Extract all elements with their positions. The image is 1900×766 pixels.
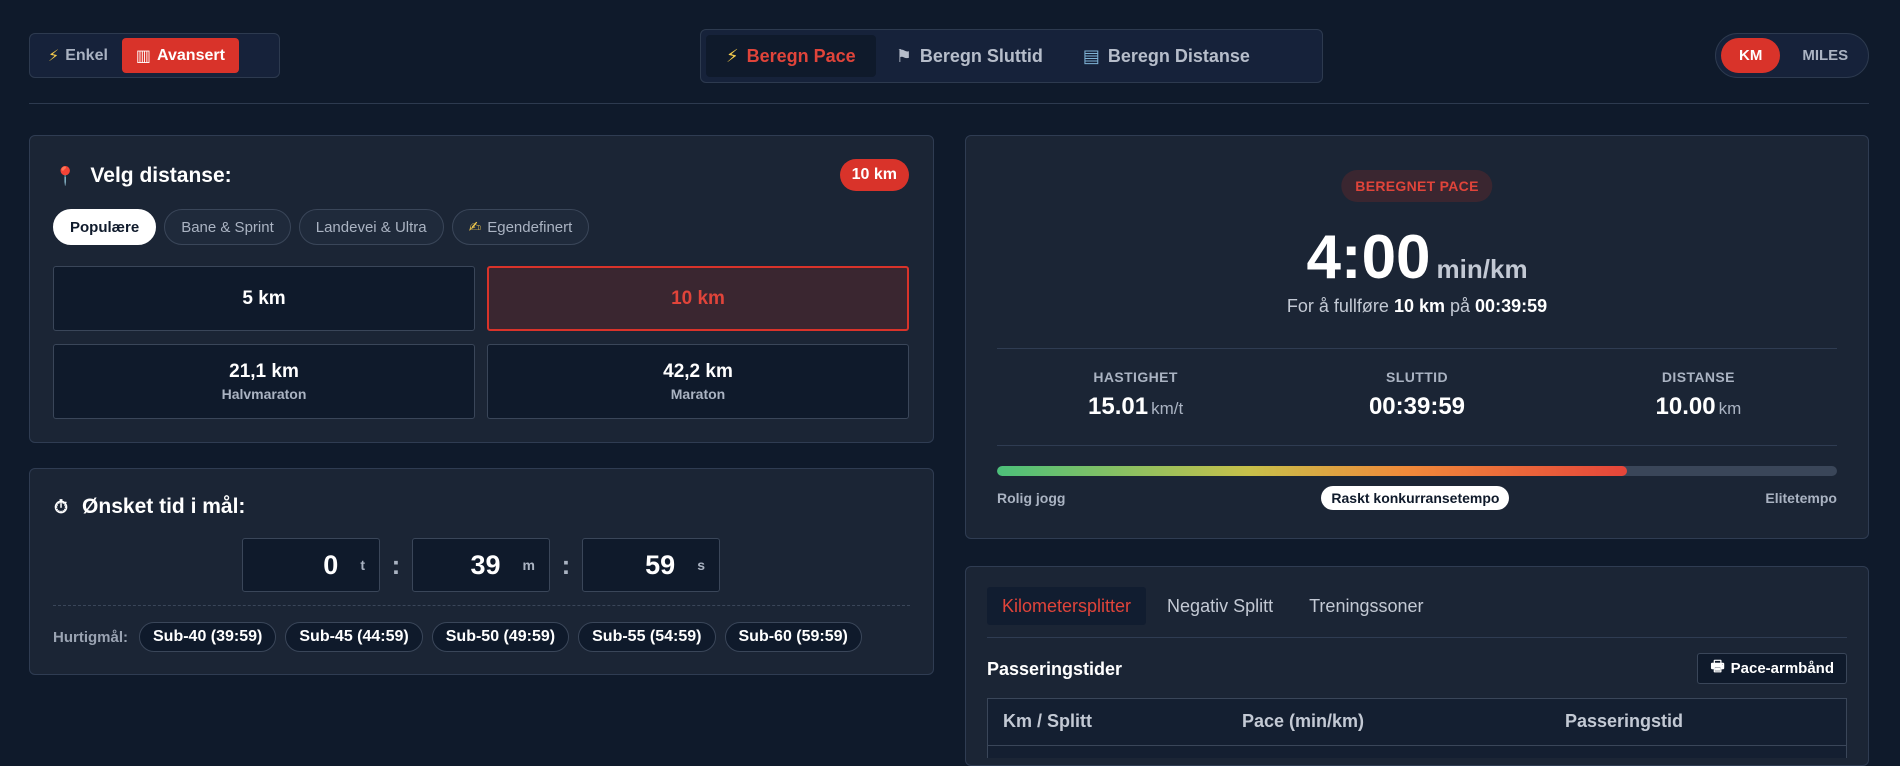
tab-beregn-distanse[interactable]: ▤ Beregn Distanse [1063, 35, 1270, 77]
intensity-label-current: Raskt konkurransetempo [1321, 486, 1510, 510]
distance-option-5km[interactable]: 5 km [53, 266, 475, 331]
pace-value: 4:00 [1306, 223, 1431, 292]
unit-km-button[interactable]: KM [1721, 38, 1781, 73]
unit-miles-button[interactable]: MILES [1784, 38, 1866, 73]
tab-treningssoner[interactable]: Treningssoner [1294, 587, 1438, 625]
tab-beregn-sluttid[interactable]: ⚑ Beregn Sluttid [876, 35, 1063, 77]
chip-populaere[interactable]: Populære [53, 209, 157, 245]
tab-negativ-splitt[interactable]: Negativ Splitt [1152, 587, 1288, 625]
time-separator: : [561, 549, 571, 580]
chip-landevei-ultra[interactable]: Landevei & Ultra [298, 209, 444, 245]
chart-icon: ▥ [135, 47, 152, 65]
mode-toggle: ⚡ Enkel ▥ Avansert [29, 33, 280, 78]
quick-goal-sub50[interactable]: Sub-50 (49:59) [431, 622, 570, 652]
minutes-input[interactable]: 39 m [412, 538, 550, 592]
seconds-input[interactable]: 59 s [582, 538, 720, 592]
goal-time-card: ⏱ Ønsket tid i mål: 0 t : 39 m : 59 s Hu… [29, 468, 934, 675]
column-header-pace: Pace (min/km) [1242, 711, 1365, 731]
pace-armband-button[interactable]: 🖶 Pace-armbånd [1697, 653, 1847, 684]
distance-title: 📍 Velg distanse: [54, 164, 232, 187]
splits-tabs: Kilometersplitter Negativ Splitt Trening… [987, 587, 1439, 625]
column-header-km: Km / Splitt [1003, 711, 1092, 731]
stat-distance: DISTANSE 10.00 km [1655, 369, 1742, 420]
quick-goal-sub55[interactable]: Sub-55 (54:59) [578, 622, 716, 652]
distance-category-chips: Populære Bane & Sprint Landevei & Ultra … [53, 209, 590, 245]
mode-advanced-button[interactable]: ▥ Avansert [121, 38, 239, 73]
intensity-bar [997, 466, 1837, 476]
divider [987, 637, 1847, 638]
lightning-icon: ⚡ [48, 47, 60, 65]
dashed-divider [53, 605, 910, 606]
time-inputs: 0 t : 39 m : 59 s [242, 538, 720, 592]
result-card: BEREGNET PACE 4:00 min/km For å fullføre … [965, 135, 1869, 539]
intensity-label-low: Rolig jogg [997, 490, 1066, 506]
printer-icon: 🖶 [1710, 658, 1725, 675]
chip-egendefinert[interactable]: ✍ Egendefinert [451, 209, 590, 245]
divider [997, 348, 1837, 349]
divider [997, 445, 1837, 446]
distance-card: 📍 Velg distanse: 10 km Populære Bane & S… [29, 135, 934, 443]
chip-bane-sprint[interactable]: Bane & Sprint [164, 209, 291, 245]
top-bar: ⚡ Enkel ▥ Avansert ⚡ Beregn Pace ⚑ Bereg… [29, 29, 1869, 83]
quick-goal-sub60[interactable]: Sub-60 (59:59) [724, 622, 862, 652]
mode-simple-button[interactable]: ⚡ Enkel [34, 38, 122, 73]
quick-goals: Hurtigmål: Sub-40 (39:59) Sub-45 (44:59)… [53, 622, 862, 652]
stat-speed: HASTIGHET 15.01 km/t [1088, 369, 1184, 420]
intensity-label-high: Elitetempo [1765, 490, 1837, 506]
pin-icon: 📍 [54, 165, 77, 186]
unit-toggle: KM MILES [1715, 33, 1869, 78]
time-separator: : [391, 549, 401, 580]
splits-table: Km / Splitt Pace (min/km) Passeringstid [987, 698, 1847, 758]
quick-goals-label: Hurtigmål: [53, 628, 128, 646]
selected-distance-badge: 10 km [839, 159, 909, 191]
intensity-bar-fill [997, 466, 1627, 476]
pace-unit: min/km [1436, 254, 1528, 284]
result-badge: BEREGNET PACE [1341, 170, 1493, 202]
checkered-flag-icon: ⚑ [895, 45, 912, 66]
stat-finish-time: SLUTTID 00:39:59 [1368, 369, 1466, 420]
splits-card: Kilometersplitter Negativ Splitt Trening… [965, 566, 1869, 766]
column-header-passing-time: Passeringstid [1565, 711, 1684, 731]
writing-hand-icon: ✍ [468, 219, 482, 236]
intensity-labels: Rolig jogg Raskt konkurransetempo Elitet… [997, 486, 1837, 510]
quick-goal-sub40[interactable]: Sub-40 (39:59) [139, 622, 277, 652]
distance-option-42km[interactable]: 42,2 km Maraton [487, 344, 909, 419]
calc-tabs: ⚡ Beregn Pace ⚑ Beregn Sluttid ▤ Beregn … [700, 29, 1323, 83]
splits-title: Passeringstider [987, 659, 1123, 679]
pace-description: For å fullføre 10 km på 00:39:59 [1286, 296, 1548, 316]
table-header-divider [988, 745, 1846, 746]
result-stats: HASTIGHET 15.01 km/t SLUTTID 00:39:59 DIS… [997, 369, 1837, 421]
distance-option-10km[interactable]: 10 km [487, 266, 909, 331]
pace-display: 4:00 min/km [966, 222, 1868, 293]
tab-beregn-pace[interactable]: ⚡ Beregn Pace [706, 35, 876, 77]
stopwatch-icon: ⏱ [54, 496, 69, 517]
map-icon: ▤ [1082, 45, 1100, 66]
distance-option-21km[interactable]: 21,1 km Halvmaraton [53, 344, 475, 419]
goal-time-title: ⏱ Ønsket tid i mål: [54, 495, 246, 518]
hours-input[interactable]: 0 t [242, 538, 380, 592]
header-divider [29, 103, 1869, 104]
tab-kilometersplitter[interactable]: Kilometersplitter [987, 587, 1147, 625]
quick-goal-sub45[interactable]: Sub-45 (44:59) [285, 622, 423, 652]
lightning-icon: ⚡ [726, 45, 739, 66]
